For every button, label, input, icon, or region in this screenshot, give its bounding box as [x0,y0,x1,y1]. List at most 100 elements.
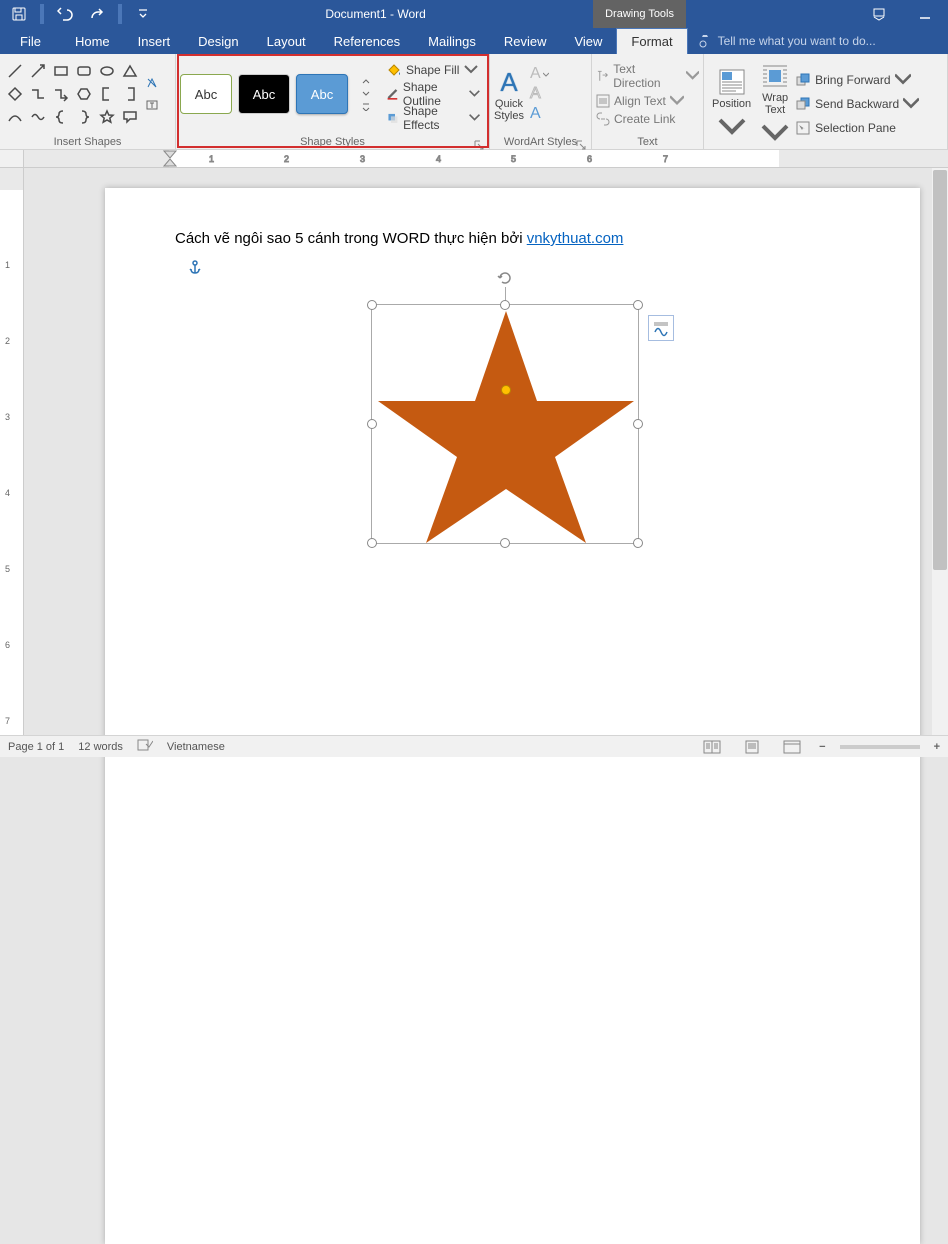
gallery-scroll-down[interactable] [358,88,374,101]
shape-diamond-icon[interactable] [4,83,26,105]
resize-handle-tc[interactable] [500,300,510,310]
shape-curve-icon[interactable] [4,106,26,128]
svg-text:2: 2 [5,336,10,346]
print-layout-button[interactable] [739,738,765,756]
minimize-button[interactable] [902,0,948,28]
rotate-handle[interactable] [496,269,514,287]
style-preset-3[interactable]: Abc [296,74,348,114]
group-wordart-styles: A Quick Styles A A A WordArt Styles [490,54,592,150]
zoom-slider[interactable] [840,745,920,749]
shape-hexagon-icon[interactable] [73,83,95,105]
web-layout-button[interactable] [779,738,805,756]
proofing-icon[interactable] [137,738,153,755]
zoom-out-button[interactable]: − [819,741,825,753]
selection-pane-button[interactable]: Selection Pane [795,117,919,139]
tab-layout[interactable]: Layout [253,28,320,54]
text-outline-button[interactable]: A [530,85,549,103]
layout-options-button[interactable] [648,315,674,341]
shape-rbrace-icon[interactable] [73,106,95,128]
shape-selection-box[interactable] [371,304,639,544]
style-preset-1[interactable]: Abc [180,74,232,114]
tab-format[interactable]: Format [616,28,687,54]
resize-handle-ml[interactable] [367,419,377,429]
gallery-more[interactable] [358,101,374,114]
shape-lbrace-icon[interactable] [50,106,72,128]
shape-fill-button[interactable]: Shape Fill [382,59,485,81]
shape-rbracket-icon[interactable] [119,83,141,105]
tab-references[interactable]: References [320,28,414,54]
shape-rect-icon[interactable] [50,60,72,82]
tab-home[interactable]: Home [61,28,124,54]
shape-styles-launcher[interactable] [474,137,486,149]
shape-lbracket-icon[interactable] [96,83,118,105]
vertical-ruler[interactable]: 1234567 [0,168,24,735]
shape-triangle-icon[interactable] [119,60,141,82]
tell-me-search[interactable]: Tell me what you want to do... [688,28,886,54]
wordart-launcher[interactable] [576,137,588,149]
shape-arrow-icon[interactable] [27,60,49,82]
resize-handle-tr[interactable] [633,300,643,310]
shape-elbow-icon[interactable] [27,83,49,105]
shape-elbow-arrow-icon[interactable] [50,83,72,105]
language-status[interactable]: Vietnamese [167,741,225,753]
shape-line-icon[interactable] [4,60,26,82]
shape-callout-icon[interactable] [119,106,141,128]
align-text-button[interactable]: Align Text [596,94,699,108]
create-link-button[interactable]: Create Link [596,112,699,126]
zoom-in-button[interactable]: + [934,741,940,753]
hanging-indent-icon[interactable] [163,157,177,167]
tab-review[interactable]: Review [490,28,561,54]
style-preset-2[interactable]: Abc [238,74,290,114]
text-box-button[interactable] [143,94,161,116]
send-backward-button[interactable]: Send Backward [795,93,919,115]
tab-view[interactable]: View [560,28,616,54]
shape-adjust-handle[interactable] [501,385,511,395]
quick-styles-button[interactable]: A Quick Styles [494,67,524,122]
undo-button[interactable] [50,0,80,28]
svg-text:3: 3 [5,412,10,422]
word-count[interactable]: 12 words [78,741,123,753]
svg-text:4: 4 [436,154,441,164]
qat-customize-button[interactable] [128,0,158,28]
tab-design[interactable]: Design [184,28,252,54]
text-direction-button[interactable]: Text Direction [596,62,699,90]
anchor-icon[interactable] [187,260,203,281]
hyperlink[interactable]: vnkythuat.com [527,230,624,247]
wrap-text-button[interactable]: Wrap Text [755,58,795,150]
resize-handle-bc[interactable] [500,538,510,548]
horizontal-ruler[interactable]: 123 456 7 [24,150,948,168]
shape-oval-icon[interactable] [96,60,118,82]
page-count[interactable]: Page 1 of 1 [8,741,64,753]
text-fill-button[interactable]: A [530,65,549,83]
gallery-scroll-up[interactable] [358,75,374,88]
edit-shape-button[interactable] [143,72,161,94]
resize-handle-tl[interactable] [367,300,377,310]
resize-handle-br[interactable] [633,538,643,548]
resize-handle-bl[interactable] [367,538,377,548]
shape-wave-icon[interactable] [27,106,49,128]
text-effects-button[interactable]: A [530,105,549,123]
position-button[interactable]: Position [708,64,755,144]
document-page[interactable]: Cách vẽ ngôi sao 5 cánh trong WORD thực … [105,188,920,1244]
save-button[interactable] [4,0,34,28]
shape-star-icon[interactable] [96,106,118,128]
ribbon-options-button[interactable] [856,0,902,28]
shapes-gallery[interactable] [4,60,141,128]
tab-insert[interactable]: Insert [124,28,185,54]
contextual-tab-label: Drawing Tools [593,0,686,28]
tab-file[interactable]: File [0,28,61,54]
read-mode-button[interactable] [699,738,725,756]
quick-access-toolbar [0,0,158,28]
shape-roundrect-icon[interactable] [73,60,95,82]
bring-forward-button[interactable]: Bring Forward [795,69,919,91]
style-gallery[interactable]: Abc Abc Abc [180,74,374,114]
star-shape[interactable] [378,311,634,543]
vertical-scrollbar[interactable] [932,168,948,735]
tab-mailings[interactable]: Mailings [414,28,490,54]
svg-text:7: 7 [5,716,10,726]
shape-outline-button[interactable]: Shape Outline [382,83,485,105]
group-shape-styles: Abc Abc Abc Shape Fill Shape Outline Sha… [176,54,490,150]
redo-button[interactable] [82,0,112,28]
shape-effects-button[interactable]: Shape Effects [382,107,485,129]
resize-handle-mr[interactable] [633,419,643,429]
